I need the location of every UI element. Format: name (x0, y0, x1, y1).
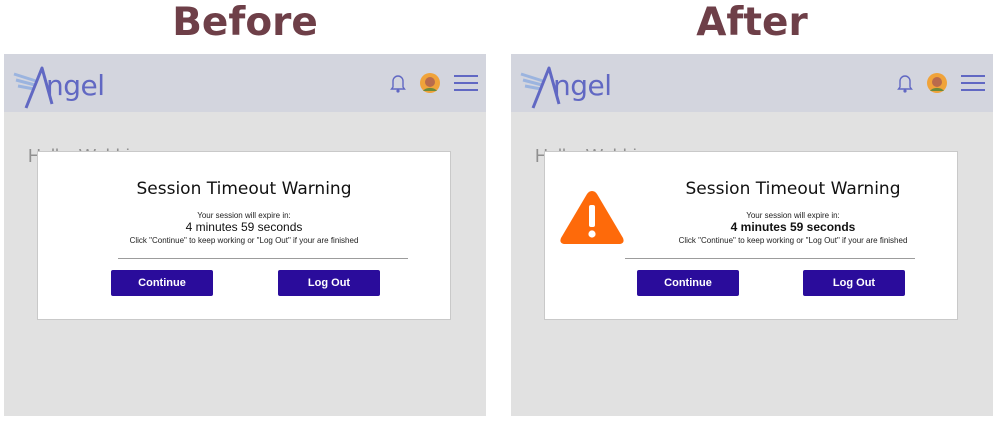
logo[interactable]: ngel (12, 60, 124, 110)
log-out-button[interactable]: Log Out (803, 270, 905, 296)
dialog-subtitle: Your session will expire in: (197, 211, 291, 220)
logo[interactable]: ngel (519, 60, 631, 110)
logo-text: ngel (46, 69, 105, 102)
continue-button[interactable]: Continue (111, 270, 213, 296)
log-out-button[interactable]: Log Out (278, 270, 380, 296)
dialog-title: Session Timeout Warning (685, 179, 901, 199)
dialog-subtitle: Your session will expire in: (746, 211, 840, 220)
bell-icon[interactable] (390, 73, 406, 93)
avatar[interactable] (420, 73, 440, 93)
dialog-instructions: Click "Continue" to keep working or "Log… (678, 236, 908, 245)
hamburger-menu-icon[interactable] (454, 74, 478, 92)
session-timeout-dialog: Session Timeout Warning Your session wil… (544, 151, 958, 320)
after-label: After (696, 0, 808, 45)
dialog-divider (118, 258, 408, 259)
countdown-text: 4 minutes 59 seconds (185, 220, 303, 234)
bell-icon[interactable] (897, 73, 913, 93)
before-screen: ngel Hello, Webbie Session Timeout Warni… (4, 54, 486, 416)
dialog-instructions: Click "Continue" to keep working or "Log… (129, 236, 359, 245)
session-timeout-dialog: Session Timeout Warning Your session wil… (37, 151, 451, 320)
countdown-text: 4 minutes 59 seconds (730, 220, 856, 234)
app-header: ngel (511, 54, 993, 112)
after-screen: ngel Hello, Webbie Session Timeout Warni… (511, 54, 993, 416)
dialog-title: Session Timeout Warning (136, 179, 352, 199)
before-label: Before (172, 0, 318, 45)
logo-text: ngel (553, 69, 612, 102)
app-header: ngel (4, 54, 486, 112)
dialog-divider (625, 258, 915, 259)
hamburger-menu-icon[interactable] (961, 74, 985, 92)
continue-button[interactable]: Continue (637, 270, 739, 296)
warning-triangle-icon (558, 188, 626, 246)
avatar[interactable] (927, 73, 947, 93)
